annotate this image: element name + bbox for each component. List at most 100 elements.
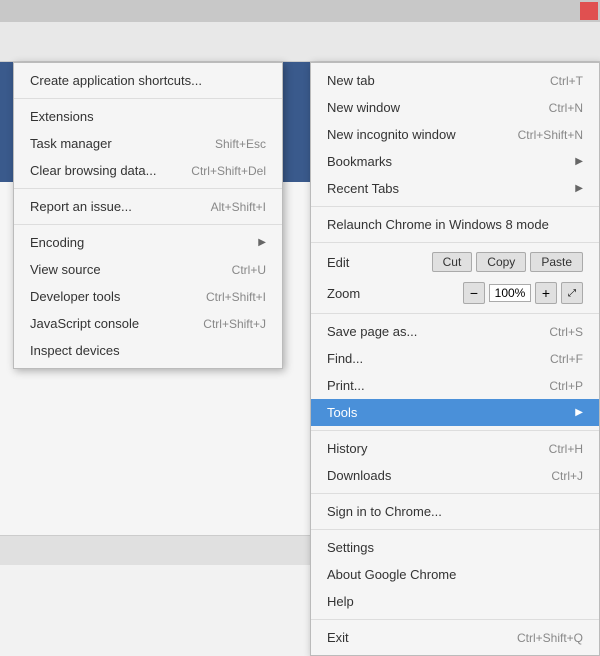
submenu-arrow-icon: ▶ — [575, 183, 583, 194]
menu-item-print-[interactable]: Print... Ctrl+P — [311, 372, 599, 399]
tools-item-task-manager[interactable]: Task manager Shift+Esc — [14, 130, 282, 157]
tools-item-javascript-console[interactable]: JavaScript console Ctrl+Shift+J — [14, 310, 282, 337]
menu-item-sign-in-to-chrome-[interactable]: Sign in to Chrome... — [311, 498, 599, 525]
menu-item-label: About Google Chrome — [327, 567, 456, 582]
shortcut-label: Ctrl+Shift+Del — [191, 164, 266, 178]
menu-separator — [311, 430, 599, 431]
maximize-button[interactable] — [560, 2, 578, 20]
menu-item-label: Sign in to Chrome... — [327, 504, 442, 519]
edit-buttons: CutCopyPaste — [432, 252, 583, 272]
zoom-label: Zoom — [327, 286, 360, 301]
zoom-in-button[interactable]: + — [535, 282, 557, 304]
menu-item-label: Tools — [327, 405, 357, 420]
menu-item-find-[interactable]: Find... Ctrl+F — [311, 345, 599, 372]
menu-separator — [311, 313, 599, 314]
edit-copy-button[interactable]: Copy — [476, 252, 526, 272]
tools-item-create-application-shortcuts-[interactable]: Create application shortcuts... — [14, 67, 282, 94]
menu-item-label: Relaunch Chrome in Windows 8 mode — [327, 217, 549, 232]
menu-item-label: Find... — [327, 351, 363, 366]
menu-item-relaunch-chrome-in-windows-8-mode[interactable]: Relaunch Chrome in Windows 8 mode — [311, 211, 599, 238]
menu-item-label: Recent Tabs — [327, 181, 399, 196]
tools-item-clear-browsing-data-[interactable]: Clear browsing data...Ctrl+Shift+Del — [14, 157, 282, 184]
title-bar — [0, 0, 600, 22]
menu-separator — [311, 529, 599, 530]
tools-item-inspect-devices[interactable]: Inspect devices — [14, 337, 282, 364]
shortcut-label: Shift+Esc — [215, 137, 266, 151]
shortcut-label: Alt+Shift+I — [211, 200, 266, 214]
menu-item-label: New window — [327, 100, 400, 115]
tools-item-label: View source — [30, 262, 101, 277]
menu-item-bookmarks[interactable]: Bookmarks ▶ — [311, 148, 599, 175]
tools-item-label: Task manager — [30, 136, 112, 151]
tools-item-view-source[interactable]: View source Ctrl+U — [14, 256, 282, 283]
zoom-controls: −100%+⤢ — [463, 282, 583, 304]
shortcut-label: Ctrl+Shift+J — [203, 317, 266, 331]
minimize-button[interactable] — [540, 2, 558, 20]
menu-separator — [311, 242, 599, 243]
browser-toolbar — [0, 22, 600, 62]
bookmark-icon[interactable] — [538, 28, 566, 56]
shortcut-label: Ctrl+Shift+I — [206, 290, 266, 304]
tools-item-report-an-issue-[interactable]: Report an issue...Alt+Shift+I — [14, 193, 282, 220]
zoom-expand-button[interactable]: ⤢ — [561, 282, 583, 304]
tools-item-label: Inspect devices — [30, 343, 120, 358]
menu-separator — [311, 493, 599, 494]
menu-item-label: New tab — [327, 73, 375, 88]
zoom-row: Zoom −100%+⤢ — [311, 277, 599, 309]
shortcut-label: Ctrl+P — [549, 379, 583, 393]
menu-item-tools[interactable]: Tools▶ — [311, 399, 599, 426]
zoom-out-button[interactable]: − — [463, 282, 485, 304]
menu-item-history[interactable]: History Ctrl+H — [311, 435, 599, 462]
edit-row: Edit CutCopyPaste — [311, 247, 599, 277]
menu-item-label: New incognito window — [327, 127, 456, 142]
menu-item-new-window[interactable]: New window Ctrl+N — [311, 94, 599, 121]
submenu-arrow-icon: ▶ — [258, 237, 266, 248]
zoom-value: 100% — [489, 284, 531, 302]
shortcut-label: Ctrl+S — [549, 325, 583, 339]
menu-separator — [14, 98, 282, 99]
tools-submenu: Create application shortcuts... Extension… — [13, 62, 283, 369]
shortcut-label: Ctrl+U — [232, 263, 266, 277]
menu-separator — [311, 206, 599, 207]
close-button[interactable] — [580, 2, 598, 20]
shortcut-label: Ctrl+N — [549, 101, 583, 115]
menu-item-new-incognito-window[interactable]: New incognito window Ctrl+Shift+N — [311, 121, 599, 148]
tools-item-extensions[interactable]: Extensions — [14, 103, 282, 130]
submenu-arrow-icon: ▶ — [575, 156, 583, 167]
shortcut-label: Ctrl+Shift+N — [518, 128, 583, 142]
menu-item-save-page-as-[interactable]: Save page as... Ctrl+S — [311, 318, 599, 345]
menu-item-help[interactable]: Help — [311, 588, 599, 615]
menu-icon[interactable] — [566, 28, 594, 56]
edit-label: Edit — [327, 255, 349, 270]
menu-item-label: Downloads — [327, 468, 391, 483]
menu-separator — [14, 224, 282, 225]
browser-frame: 🔒 Create application shortcuts...Extensi… — [0, 0, 600, 565]
tools-item-encoding[interactable]: Encoding ▶ — [14, 229, 282, 256]
menu-item-downloads[interactable]: Downloads Ctrl+J — [311, 462, 599, 489]
tools-item-developer-tools[interactable]: Developer tools Ctrl+Shift+I — [14, 283, 282, 310]
menu-item-label: Save page as... — [327, 324, 417, 339]
menu-item-recent-tabs[interactable]: Recent Tabs ▶ — [311, 175, 599, 202]
menu-item-label: Bookmarks — [327, 154, 392, 169]
menu-separator — [14, 188, 282, 189]
tools-item-label: Developer tools — [30, 289, 120, 304]
menu-item-new-tab[interactable]: New tab Ctrl+T — [311, 67, 599, 94]
tools-item-label: Extensions — [30, 109, 94, 124]
menu-item-label: History — [327, 441, 367, 456]
shortcut-label: Ctrl+H — [549, 442, 583, 456]
menu-item-label: Help — [327, 594, 354, 609]
menu-separator — [311, 619, 599, 620]
menu-item-label: Print... — [327, 378, 365, 393]
menu-item-label: Settings — [327, 540, 374, 555]
tools-item-label: Encoding — [30, 235, 84, 250]
shortcut-label: Ctrl+F — [550, 352, 583, 366]
menu-item-exit[interactable]: ExitCtrl+Shift+Q — [311, 624, 599, 651]
menu-item-settings[interactable]: Settings — [311, 534, 599, 561]
edit-cut-button[interactable]: Cut — [432, 252, 473, 272]
shortcut-label: Ctrl+T — [550, 74, 583, 88]
shortcut-label: Ctrl+J — [551, 469, 583, 483]
main-menu: New tab Ctrl+T New window Ctrl+N New incogni… — [310, 62, 600, 656]
tools-item-label: JavaScript console — [30, 316, 139, 331]
menu-item-about-google-chrome[interactable]: About Google Chrome — [311, 561, 599, 588]
edit-paste-button[interactable]: Paste — [530, 252, 583, 272]
